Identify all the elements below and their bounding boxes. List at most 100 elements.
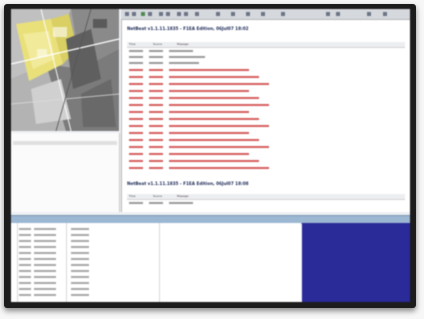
log-cell: [169, 153, 249, 155]
log-cell: [169, 118, 259, 120]
log-cell: [149, 50, 163, 52]
log-cell: [129, 69, 143, 71]
log-cell: [129, 125, 143, 127]
log-cell: [129, 76, 143, 78]
log-cell: [169, 97, 259, 99]
log-row[interactable]: [127, 74, 405, 80]
toolbar-icon-13[interactable]: [261, 12, 265, 16]
log-cell: [129, 118, 143, 120]
log-cell: [149, 160, 163, 162]
log-cell: [129, 104, 143, 106]
log-cell: [149, 111, 163, 113]
log-row[interactable]: [127, 116, 405, 122]
log-cell: [169, 202, 193, 204]
packet-cell: [34, 288, 56, 290]
packet-cell: [71, 294, 89, 296]
log-cell: [129, 97, 143, 99]
toolbar-icon-6[interactable]: [166, 12, 170, 16]
toolbar-icon-9[interactable]: [195, 12, 199, 16]
packet-cell: [34, 246, 56, 248]
log-cell: [169, 69, 249, 71]
log-cell: [129, 62, 143, 64]
log-row[interactable]: [127, 109, 405, 115]
column-header-message[interactable]: Message: [177, 195, 188, 198]
packet-cell: [19, 234, 31, 236]
log-cell: [149, 202, 163, 204]
packet-cell: [71, 252, 89, 254]
packet-cell: [34, 252, 56, 254]
packet-cell: [71, 228, 89, 230]
log-cell: [169, 111, 249, 113]
toolbar-icon-12[interactable]: [246, 12, 250, 16]
log-cell: [169, 62, 199, 64]
log-cell: [149, 118, 163, 120]
toolbar-icon-8[interactable]: [184, 12, 188, 16]
toolbar-icon-4[interactable]: [148, 12, 152, 16]
log-row[interactable]: [127, 81, 405, 87]
column-header-message[interactable]: Message: [177, 43, 188, 46]
log-row[interactable]: [127, 151, 405, 157]
log-cell: [149, 153, 163, 155]
packet-cell: [71, 276, 89, 278]
toolbar-icon-2[interactable]: [132, 12, 136, 16]
log-cell: [149, 167, 163, 169]
log-cell: [169, 160, 259, 162]
preview-panel: [302, 223, 410, 302]
log-row[interactable]: [127, 102, 405, 108]
log-row[interactable]: [127, 165, 405, 171]
log-row[interactable]: [127, 158, 405, 164]
log-cell: [169, 125, 269, 127]
log-cell: [169, 76, 259, 78]
log-report: NetBeat v1.1.11.1835 - F1EA Edition, 06J…: [121, 20, 410, 212]
log-row[interactable]: [127, 95, 405, 101]
packet-cell: [34, 264, 56, 266]
packet-cell: [19, 264, 31, 266]
toolbar-icon-15[interactable]: [326, 12, 330, 16]
log-cell: [129, 111, 143, 113]
log-row[interactable]: [127, 123, 405, 129]
toolbar-icon-14[interactable]: [281, 12, 285, 16]
packet-cell: [34, 240, 56, 242]
toolbar-icon-5[interactable]: [159, 12, 163, 16]
properties-panel: [11, 133, 120, 212]
column-header-source[interactable]: Source: [153, 43, 162, 46]
log-row[interactable]: [127, 67, 405, 73]
log-cell: [129, 56, 143, 58]
packet-cell: [19, 258, 31, 260]
packet-list: [11, 223, 301, 302]
toolbar-icon-1[interactable]: [125, 12, 129, 16]
packet-cell: [34, 282, 56, 284]
packet-cell: [19, 270, 31, 272]
log-cell: [149, 90, 163, 92]
map-thumbnail: [11, 9, 119, 131]
log-cell: [169, 146, 269, 148]
column-header-time[interactable]: Time: [129, 195, 135, 198]
log-cell: [169, 90, 249, 92]
toolbar-icon-16[interactable]: [336, 12, 340, 16]
log-cell: [129, 146, 143, 148]
packet-cell: [19, 240, 31, 242]
log-cell: [169, 132, 249, 134]
log-row[interactable]: [127, 88, 405, 94]
log-cell: [149, 139, 163, 141]
toolbar-icon-10[interactable]: [216, 12, 220, 16]
log-row[interactable]: [127, 200, 405, 206]
grid-line: [17, 223, 18, 302]
packet-cell: [71, 264, 89, 266]
grid-line: [66, 223, 67, 302]
log-cell: [149, 104, 163, 106]
column-header-source[interactable]: Source: [153, 195, 162, 198]
toolbar-icon-17[interactable]: [367, 12, 371, 16]
log-row[interactable]: [127, 137, 405, 143]
toolbar-icon-18[interactable]: [383, 12, 387, 16]
log-row[interactable]: [127, 130, 405, 136]
toolbar-icon-7[interactable]: [177, 12, 181, 16]
log-row[interactable]: [127, 144, 405, 150]
packet-cell: [19, 288, 31, 290]
column-header-time[interactable]: Time: [129, 43, 135, 46]
toolbar-icon-11[interactable]: [231, 12, 235, 16]
log-row[interactable]: [127, 60, 405, 66]
toolbar-icon-3[interactable]: [141, 12, 145, 16]
log-cell: [169, 139, 259, 141]
properties-header: [13, 141, 117, 145]
